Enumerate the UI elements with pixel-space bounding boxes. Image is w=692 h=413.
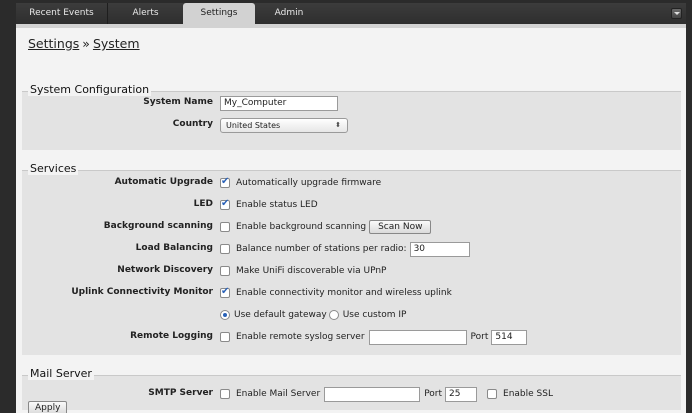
select-arrows-icon: ⬍ (335, 120, 341, 129)
custom-ip-radio[interactable] (328, 310, 339, 320)
services-section: Services Automatic Upgrade Automatically… (22, 162, 681, 355)
system-name-row: System Name My_Computer (22, 94, 681, 112)
auto-upgrade-checkbox[interactable] (220, 176, 230, 188)
enable-ssl-text: Enable SSL (503, 389, 553, 399)
led-label: LED (193, 199, 213, 209)
collapse-icon[interactable] (671, 8, 682, 19)
tab-admin[interactable]: Admin (255, 3, 323, 24)
background-scanning-row: Background scanning Enable background sc… (22, 218, 681, 236)
top-tab-bar: Recent Events Alerts Settings Admin (16, 3, 686, 24)
background-scanning-checkbox[interactable] (220, 222, 230, 232)
gateway-row: Use default gateway Use custom IP (22, 306, 681, 324)
auto-upgrade-text: Automatically upgrade firmware (236, 178, 382, 188)
background-scanning-label: Background scanning (103, 221, 213, 231)
network-discovery-row: Network Discovery Make UniFi discoverabl… (22, 262, 681, 280)
breadcrumb-separator: » (82, 36, 90, 51)
enable-ssl-checkbox[interactable] (487, 389, 498, 399)
tab-alerts[interactable]: Alerts (107, 3, 183, 24)
uplink-monitor-checkbox[interactable] (220, 286, 230, 298)
load-balancing-text: Balance number of stations per radio: (236, 244, 407, 254)
system-configuration-section: System Configuration System Name My_Comp… (22, 83, 681, 150)
led-text: Enable status LED (236, 200, 318, 210)
network-discovery-checkbox[interactable] (220, 266, 230, 276)
country-label: Country (172, 119, 213, 129)
tab-settings[interactable]: Settings (183, 3, 255, 24)
auto-upgrade-label: Automatic Upgrade (114, 177, 213, 187)
country-select-value: United States (226, 120, 281, 130)
syslog-port-input[interactable]: 514 (491, 329, 528, 345)
default-gateway-text: Use default gateway (234, 310, 327, 320)
uplink-monitor-text: Enable connectivity monitor and wireless… (236, 288, 452, 298)
smtp-port-label: Port (424, 389, 443, 399)
uplink-monitor-label: Uplink Connectivity Monitor (71, 287, 213, 297)
country-select[interactable]: United States ⬍ (220, 117, 348, 133)
system-name-label: System Name (143, 97, 213, 107)
remote-logging-checkbox[interactable] (220, 332, 230, 342)
mail-server-section: Mail Server SMTP Server Enable Mail Serv… (22, 367, 681, 410)
led-row: LED Enable status LED (22, 196, 681, 214)
breadcrumb-system-link[interactable]: System (93, 36, 140, 51)
smtp-server-label: SMTP Server (148, 388, 213, 398)
tab-recent-events[interactable]: Recent Events (16, 3, 107, 24)
auto-upgrade-row: Automatic Upgrade Automatically upgrade … (22, 174, 681, 192)
country-row: Country United States ⬍ (22, 116, 681, 134)
enable-mail-server-text: Enable Mail Server (236, 389, 321, 399)
apply-button[interactable]: Apply (28, 401, 68, 413)
uplink-monitor-row: Uplink Connectivity Monitor Enable conne… (22, 284, 681, 302)
smtp-port-input[interactable]: 25 (445, 386, 478, 402)
load-balancing-label: Load Balancing (135, 243, 213, 253)
system-name-input[interactable]: My_Computer (220, 95, 338, 111)
enable-mail-server-checkbox[interactable] (220, 389, 230, 399)
custom-ip-text: Use custom IP (342, 310, 407, 320)
syslog-port-label: Port (470, 332, 489, 342)
remote-logging-row: Remote Logging Enable remote syslog serv… (22, 328, 681, 346)
smtp-server-row: SMTP Server Enable Mail Server Port 25 E… (22, 385, 681, 403)
background-scanning-text: Enable background scanning (236, 222, 367, 232)
load-balancing-checkbox[interactable] (220, 244, 230, 254)
syslog-server-input[interactable] (368, 329, 467, 345)
settings-panel: Settings» System System Configuration Sys… (16, 24, 686, 413)
load-balancing-input[interactable]: 30 (409, 241, 470, 257)
scan-now-button[interactable]: Scan Now (369, 220, 432, 234)
remote-logging-text: Enable remote syslog server (236, 332, 365, 342)
load-balancing-row: Load Balancing Balance number of station… (22, 240, 681, 258)
remote-logging-label: Remote Logging (130, 331, 213, 341)
network-discovery-text: Make UniFi discoverable via UPnP (236, 266, 387, 276)
default-gateway-radio[interactable] (220, 310, 230, 320)
section-legend: Mail Server (28, 367, 94, 380)
network-discovery-label: Network Discovery (117, 265, 213, 275)
led-checkbox[interactable] (220, 198, 230, 210)
breadcrumb-settings-link[interactable]: Settings (28, 36, 79, 51)
breadcrumb: Settings» System (28, 36, 140, 51)
smtp-server-input[interactable] (324, 386, 421, 402)
